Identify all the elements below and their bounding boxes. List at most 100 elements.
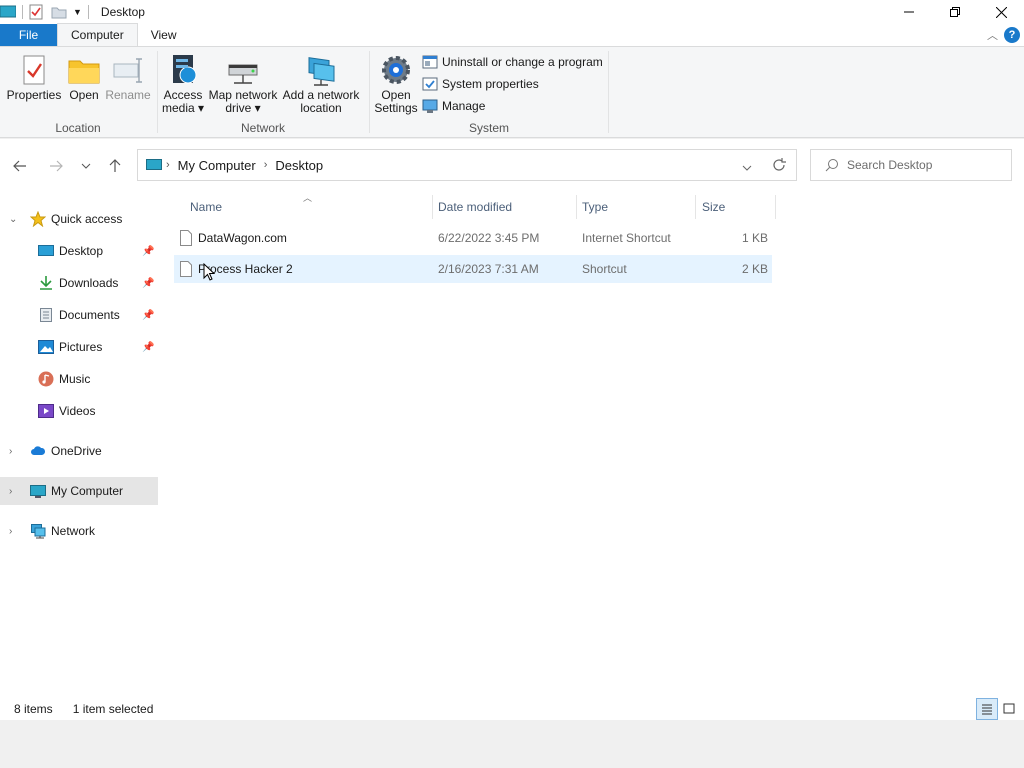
column-separator[interactable] — [695, 195, 696, 219]
sidebar-item-downloads[interactable]: Downloads 📌 — [0, 269, 158, 297]
quick-access-toolbar: ▼ — [0, 0, 95, 24]
tab-computer[interactable]: Computer — [57, 23, 138, 46]
column-header-name[interactable]: Name — [190, 193, 222, 221]
details-view-icon — [982, 704, 992, 715]
column-separator[interactable] — [576, 195, 577, 219]
download-icon — [38, 275, 54, 291]
column-header-date-modified[interactable]: Date modified — [438, 193, 512, 221]
file-date: 6/22/2022 3:45 PM — [438, 231, 540, 245]
column-header-type[interactable]: Type — [582, 193, 608, 221]
chevron-right-icon[interactable]: › — [9, 526, 12, 537]
file-list[interactable]: Name ︿ Date modified Type Size DataWagon… — [174, 193, 1024, 698]
address-bar[interactable]: › My Computer › Desktop — [137, 149, 797, 181]
system-properties-icon — [422, 77, 438, 91]
large-icons-view-icon — [1003, 703, 1015, 714]
chevron-down-icon[interactable]: ⌄ — [9, 214, 17, 225]
chevron-right-icon[interactable]: › — [9, 486, 12, 497]
picture-icon — [38, 339, 54, 355]
file-type: Shortcut — [582, 262, 627, 276]
sidebar-item-videos[interactable]: Videos — [0, 397, 158, 425]
file-icon — [180, 230, 192, 249]
breadcrumb-desktop[interactable]: Desktop — [275, 158, 323, 173]
address-history-icon[interactable] — [742, 160, 752, 174]
system-group-label: System — [468, 121, 509, 135]
open-button[interactable]: Open — [64, 53, 104, 102]
tab-view[interactable]: View — [138, 24, 190, 46]
file-size: 1 KB — [741, 231, 768, 245]
system-properties-button[interactable]: System properties — [422, 74, 539, 94]
computer-icon — [0, 5, 17, 19]
pin-icon[interactable]: 📌 — [142, 342, 154, 353]
pin-icon[interactable]: 📌 — [142, 246, 154, 257]
pin-icon[interactable]: 📌 — [142, 310, 154, 321]
sidebar-item-documents[interactable]: Documents 📌 — [0, 301, 158, 329]
breadcrumb-separator[interactable]: › — [166, 159, 170, 171]
customize-toolbar-icon[interactable]: ▼ — [73, 7, 82, 17]
refresh-icon[interactable] — [772, 158, 786, 175]
tab-file[interactable]: File — [0, 24, 57, 46]
properties-icon[interactable] — [29, 4, 43, 20]
desktop-icon — [38, 243, 54, 259]
map-network-drive-button[interactable]: Map network drive ▾ — [206, 53, 280, 115]
chevron-down-icon — [81, 163, 91, 169]
toolbar-separator — [87, 5, 89, 19]
navigation-pane[interactable]: ⌄ Quick access Desktop 📌 Downloads 📌 Doc… — [0, 193, 158, 698]
item-count: 8 items — [14, 702, 53, 716]
status-bar: 8 items 1 item selected — [0, 698, 1024, 720]
video-icon — [38, 403, 54, 419]
add-network-location-button[interactable]: Add a network location — [280, 53, 362, 115]
recent-locations-button[interactable] — [76, 156, 96, 176]
sidebar-item-onedrive[interactable]: › OneDrive — [0, 437, 158, 465]
system-group: Open Settings Uninstall or change a prog… — [370, 47, 608, 137]
open-settings-button[interactable]: Open Settings — [372, 53, 420, 115]
restore-icon — [950, 7, 960, 17]
content-area: ⌄ Quick access Desktop 📌 Downloads 📌 Doc… — [0, 193, 1024, 698]
chevron-right-icon[interactable]: › — [9, 446, 12, 457]
file-name: DataWagon.com — [198, 231, 287, 245]
rename-button[interactable]: Rename — [104, 53, 152, 102]
close-button[interactable] — [978, 0, 1024, 24]
help-icon[interactable]: ? — [1004, 27, 1020, 43]
properties-button[interactable]: Properties — [6, 53, 62, 102]
document-icon — [38, 307, 54, 323]
breadcrumb-separator[interactable]: › — [264, 159, 268, 171]
column-separator[interactable] — [775, 195, 776, 219]
network-location-icon — [308, 57, 335, 86]
breadcrumb-my-computer[interactable]: My Computer — [178, 158, 256, 173]
network-group: Access media ▾ Map network drive ▾ Add a… — [158, 47, 368, 137]
sidebar-item-network[interactable]: › Network — [0, 517, 158, 545]
computer-icon — [146, 158, 162, 172]
media-server-icon — [173, 55, 197, 84]
column-header-size[interactable]: Size — [702, 193, 725, 221]
large-icons-view-button[interactable] — [998, 698, 1020, 720]
sidebar-item-pictures[interactable]: Pictures 📌 — [0, 333, 158, 361]
file-row[interactable]: DataWagon.com 6/22/2022 3:45 PM Internet… — [174, 224, 772, 252]
uninstall-program-button[interactable]: Uninstall or change a program — [422, 52, 603, 72]
details-view-button[interactable] — [976, 698, 998, 720]
search-placeholder: Search Desktop — [847, 158, 933, 172]
title-bar: ▼ Desktop — [0, 0, 1024, 24]
maximize-button[interactable] — [932, 0, 978, 24]
access-media-button[interactable]: Access media ▾ — [160, 53, 206, 115]
file-type: Internet Shortcut — [582, 231, 671, 245]
new-folder-icon[interactable] — [51, 5, 67, 19]
up-button[interactable] — [105, 156, 125, 176]
computer-management-icon — [422, 99, 438, 113]
sidebar-item-my-computer[interactable]: › My Computer — [0, 477, 158, 505]
search-box[interactable]: Search Desktop — [810, 149, 1012, 181]
minimize-button[interactable] — [886, 0, 932, 24]
forward-button[interactable] — [46, 156, 66, 176]
sidebar-item-desktop[interactable]: Desktop 📌 — [0, 237, 158, 265]
back-button[interactable] — [10, 156, 30, 176]
column-separator[interactable] — [432, 195, 433, 219]
sidebar-item-quick-access[interactable]: ⌄ Quick access — [0, 205, 158, 233]
pin-icon[interactable]: 📌 — [142, 278, 154, 289]
sidebar-item-music[interactable]: Music — [0, 365, 158, 393]
manage-button[interactable]: Manage — [422, 96, 485, 116]
file-size: 2 KB — [741, 262, 768, 276]
arrow-left-icon — [13, 160, 26, 172]
network-drive-icon — [228, 64, 258, 84]
window-bottom — [0, 720, 1024, 768]
file-row[interactable]: Process Hacker 2 2/16/2023 7:31 AM Short… — [174, 255, 772, 283]
collapse-ribbon-icon[interactable]: ︿ — [987, 27, 998, 43]
